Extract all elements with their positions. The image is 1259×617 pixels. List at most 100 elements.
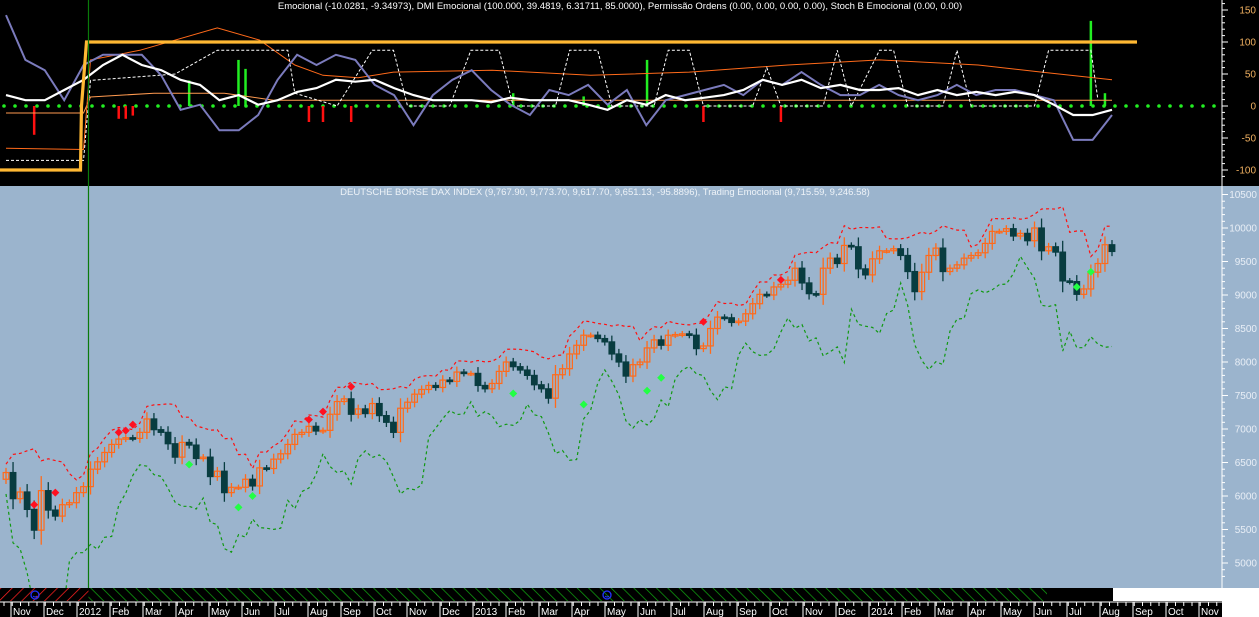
candle-body (1059, 251, 1067, 282)
candle-body (728, 317, 735, 324)
zero-line-dot (222, 104, 226, 108)
candle-body (220, 470, 228, 494)
month-label: May (211, 607, 230, 617)
candle-body (657, 339, 665, 346)
oscillator-title: Emocional (-10.0281, -9.34973), DMI Emoc… (278, 1, 962, 12)
candle-body (798, 267, 806, 284)
zero-line-dot (299, 104, 303, 108)
month-label: Apr (574, 607, 590, 617)
zero-line-dot (1124, 104, 1128, 108)
trading-chart[interactable]: 150 100 50 0 -50 -100 10500 10000 9500 9000 8500 80… (0, 0, 1259, 617)
candle-body (23, 491, 31, 511)
candle-body (537, 384, 545, 390)
month-label: Jul (673, 607, 686, 617)
candle-body (812, 293, 820, 296)
zero-line-dot (13, 104, 17, 108)
candle-body (44, 490, 52, 511)
candle-body (1108, 244, 1116, 253)
candle-body (530, 374, 538, 386)
candle-body (347, 398, 355, 415)
price-tick-label: 6500 (1235, 458, 1258, 469)
zero-line-dot (1190, 104, 1194, 108)
zero-line-dot (365, 104, 369, 108)
month-label: Dec (442, 607, 460, 617)
month-label: Jun (640, 607, 656, 617)
candle-body (847, 244, 855, 248)
zero-line-dot (464, 104, 468, 108)
price-tick-label: 8500 (1235, 324, 1258, 335)
zero-line-dot (90, 104, 94, 108)
candle-body (1038, 227, 1045, 252)
month-label: Apr (178, 607, 194, 617)
candle-body (622, 361, 630, 377)
candle-body (263, 467, 271, 470)
zero-line-dot (288, 104, 292, 108)
zero-line-dot (1168, 104, 1172, 108)
month-label: Nov (805, 607, 823, 617)
zero-line-dot (277, 104, 281, 108)
candle-body (171, 443, 179, 458)
bearish-zone (0, 588, 89, 601)
price-tick-label: 10000 (1229, 224, 1257, 235)
zero-line-dot (475, 104, 479, 108)
zero-line-dot (35, 104, 39, 108)
zero-line-dot (1157, 104, 1161, 108)
zero-line-dot (563, 104, 567, 108)
price-tick-label: 7500 (1235, 391, 1258, 402)
zero-line-dot (1135, 104, 1139, 108)
candle-body (446, 379, 454, 383)
strip-empty (1113, 588, 1259, 601)
month-label: Feb (112, 607, 130, 617)
candle-body (432, 384, 440, 389)
candle-body (1009, 228, 1017, 237)
month-label: Nov (409, 607, 427, 617)
candle-body (516, 366, 524, 371)
oscillator-tick-label: 50 (1245, 70, 1257, 81)
zero-line-dot (1113, 104, 1117, 108)
price-tick-label: 10500 (1229, 190, 1257, 201)
zero-line-dot (959, 104, 963, 108)
price-tick-label: 9000 (1235, 291, 1258, 302)
candle-body (9, 471, 17, 500)
zero-line-dot (893, 104, 897, 108)
candle-body (164, 431, 172, 445)
zero-line-dot (948, 104, 952, 108)
month-label: Aug (310, 607, 328, 617)
oscillator-tick-label: 150 (1239, 6, 1256, 17)
oscillator-tick-label: 100 (1239, 38, 1256, 49)
month-label: Aug (706, 607, 724, 617)
candle-body (833, 257, 841, 265)
zero-line-dot (871, 104, 875, 108)
month-label: May (607, 607, 626, 617)
zero-line-dot (57, 104, 61, 108)
zero-line-dot (376, 104, 380, 108)
month-label: Sep (739, 607, 757, 617)
candle-body (185, 441, 193, 446)
price-tick-label: 5500 (1235, 525, 1258, 536)
month-label: Nov (13, 607, 31, 617)
candle-body (897, 248, 905, 257)
month-label: Mar (541, 607, 559, 617)
candle-body (192, 444, 200, 460)
price-tick-label: 7000 (1235, 425, 1258, 436)
candle-body (608, 341, 616, 355)
month-label: Feb (904, 607, 922, 617)
month-label: Jun (1036, 607, 1052, 617)
candle-body (594, 334, 602, 340)
candle-body (509, 361, 517, 368)
month-label: Mar (937, 607, 955, 617)
bullish-zone (88, 588, 1047, 601)
candle-body (361, 408, 369, 415)
candle-body (312, 425, 320, 432)
candle-body (911, 270, 919, 293)
candle-body (763, 293, 771, 297)
zero-line-dot (354, 104, 358, 108)
oscillator-tick-label: 0 (1250, 102, 1256, 113)
neutral-zone (1047, 588, 1113, 601)
oscillator-tick-label: -50 (1242, 134, 1257, 145)
price-tick-label: 6000 (1235, 492, 1258, 503)
candle-body (129, 437, 137, 440)
zero-line-dot (343, 104, 347, 108)
zero-line-dot (387, 104, 391, 108)
month-label: Oct (772, 607, 788, 617)
